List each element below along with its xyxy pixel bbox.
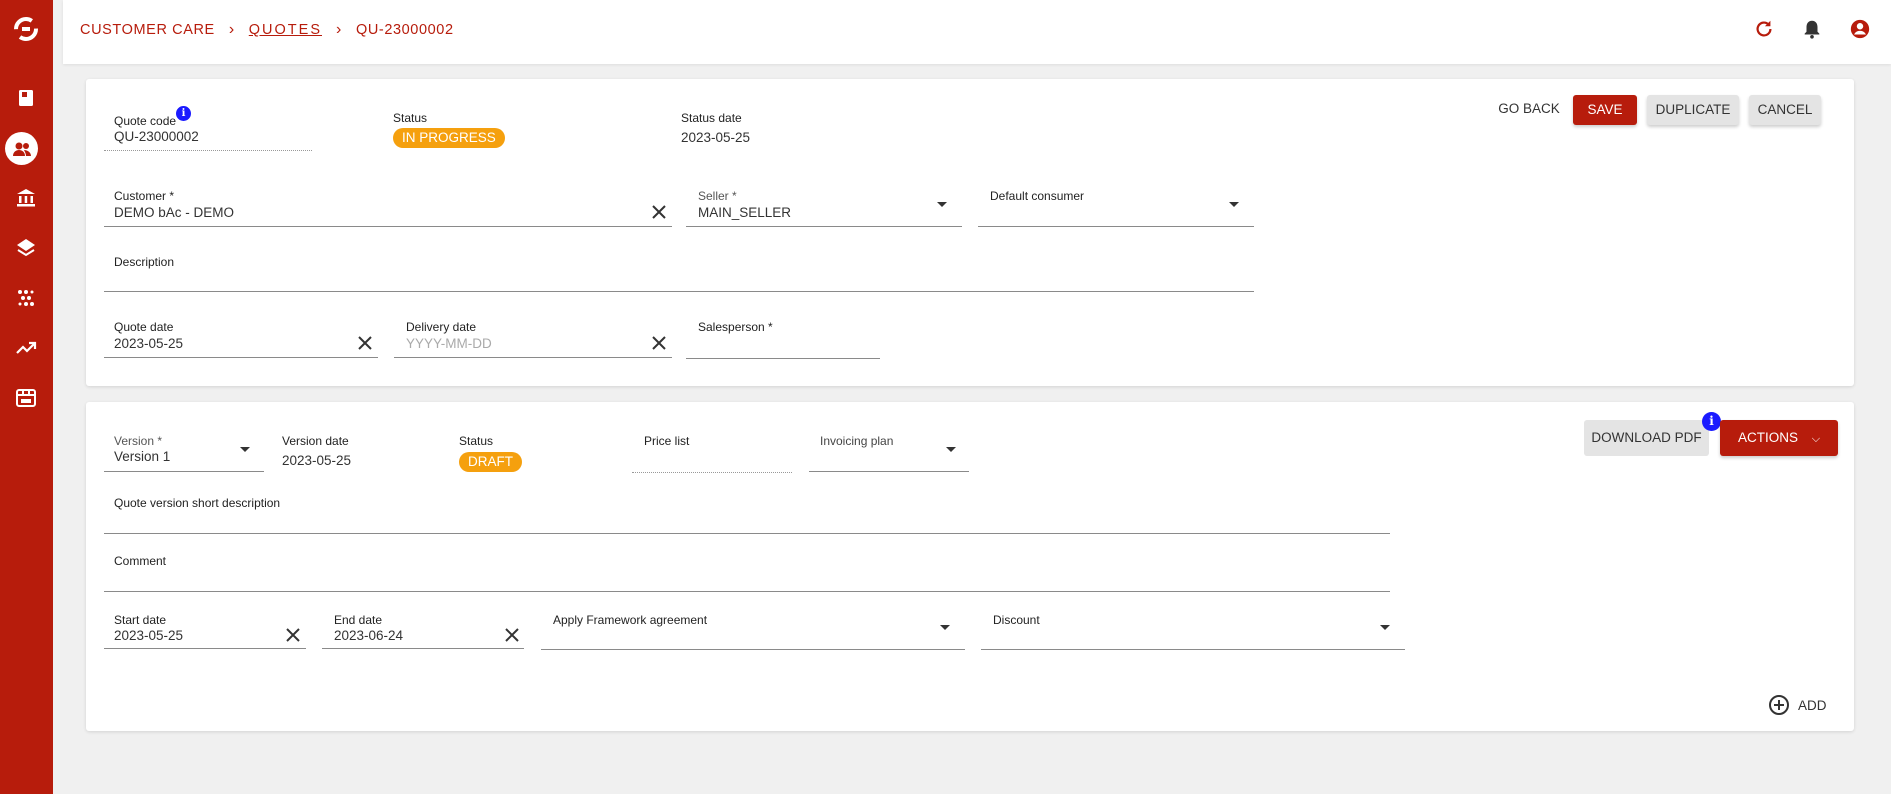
add-button[interactable]: ADD: [1768, 694, 1827, 716]
delivery-date-underline: [394, 357, 672, 358]
version-underline: [104, 471, 264, 472]
status-label: Status: [393, 111, 428, 125]
status-badge: IN PROGRESS: [393, 128, 505, 148]
end-date-value[interactable]: 2023-06-24: [334, 628, 403, 643]
seller-value[interactable]: MAIN_SELLER: [698, 205, 791, 220]
clear-customer-icon[interactable]: [651, 204, 667, 220]
bank-icon[interactable]: [8, 180, 44, 216]
end-date-label: End date: [334, 613, 383, 627]
bell-icon[interactable]: [1801, 18, 1825, 42]
chevron-right-icon: ›: [336, 21, 342, 38]
invoicing-plan-dropdown-icon[interactable]: [946, 447, 956, 452]
quote-date-underline: [104, 357, 378, 358]
start-date-label: Start date: [114, 613, 167, 627]
status-date-label: Status date: [681, 111, 742, 125]
version-dropdown-icon[interactable]: [240, 447, 250, 452]
breadcrumb-quotes-link[interactable]: QUOTES: [249, 22, 322, 38]
start-date-value[interactable]: 2023-05-25: [114, 628, 183, 643]
chevron-down-icon: ⌵: [1811, 433, 1821, 445]
comment-underline[interactable]: [104, 591, 1390, 592]
customer-label: Customer *: [114, 189, 175, 203]
discount-underline: [981, 649, 1405, 650]
price-list-underline: [632, 472, 792, 473]
default-consumer-label: Default consumer: [990, 189, 1085, 203]
store-icon[interactable]: [8, 380, 44, 416]
chevron-right-icon: ›: [228, 21, 235, 38]
quote-code-label: Quote code: [114, 114, 177, 128]
sidebar: [0, 0, 53, 794]
end-date-underline: [322, 648, 524, 649]
breadcrumb-root: CUSTOMER CARE: [80, 22, 215, 38]
framework-dropdown-icon[interactable]: [940, 625, 950, 630]
refresh-icon[interactable]: [1753, 18, 1777, 42]
version-date-value: 2023-05-25: [282, 453, 352, 468]
invoicing-plan-underline: [809, 471, 969, 472]
quote-date-value[interactable]: 2023-05-25: [114, 336, 183, 351]
invoicing-plan-label: Invoicing plan: [820, 434, 894, 448]
short-description-underline[interactable]: [104, 533, 1390, 534]
download-pdf-button[interactable]: DOWNLOAD PDF: [1584, 420, 1709, 456]
grid-dots-icon[interactable]: [8, 280, 44, 316]
save-button[interactable]: SAVE: [1573, 95, 1637, 125]
description-underline[interactable]: [104, 291, 1254, 292]
info-icon[interactable]: i: [176, 106, 191, 121]
clear-quote-date-icon[interactable]: [357, 335, 373, 351]
customer-value[interactable]: DEMO bAc - DEMO: [114, 205, 234, 220]
book-icon[interactable]: [8, 80, 44, 116]
clear-start-date-icon[interactable]: [285, 627, 301, 643]
description-label: Description: [114, 255, 175, 269]
salesperson-label: Salesperson *: [698, 320, 773, 334]
account-icon[interactable]: [1849, 18, 1873, 42]
go-back-button[interactable]: GO BACK: [1489, 94, 1569, 124]
seller-label: Seller *: [698, 189, 737, 203]
layers-icon[interactable]: [8, 230, 44, 266]
actions-button[interactable]: ACTIONS ⌵: [1720, 420, 1838, 456]
framework-agreement-label: Apply Framework agreement: [553, 613, 708, 627]
version-status-badge: DRAFT: [459, 452, 522, 472]
seller-underline: [686, 226, 962, 227]
version-date-label: Version date: [282, 434, 349, 448]
topbar: CUSTOMER CARE › QUOTES › QU-23000002: [63, 0, 1891, 64]
customers-icon[interactable]: [5, 132, 38, 165]
quote-code-underline: [104, 150, 312, 151]
quote-date-label: Quote date: [114, 320, 174, 334]
app-logo-icon[interactable]: [8, 11, 44, 47]
salesperson-underline[interactable]: [686, 358, 880, 359]
price-list-label: Price list: [644, 434, 690, 448]
start-date-underline: [104, 648, 306, 649]
add-label: ADD: [1798, 697, 1827, 713]
customer-underline: [104, 226, 672, 227]
consumer-underline: [978, 226, 1254, 227]
status-date-value: 2023-05-25: [681, 130, 751, 145]
trending-up-icon[interactable]: [8, 330, 44, 366]
breadcrumb: CUSTOMER CARE › QUOTES › QU-23000002: [80, 21, 454, 39]
version-value[interactable]: Version 1: [114, 449, 170, 464]
short-description-label: Quote version short description: [114, 496, 281, 510]
version-status-label: Status: [459, 434, 494, 448]
quote-card: Quote code i QU-23000002 Status IN PROGR…: [86, 79, 1854, 386]
cancel-button[interactable]: CANCEL: [1749, 95, 1821, 125]
delivery-date-input[interactable]: YYYY-MM-DD: [406, 336, 492, 351]
add-circle-icon: [1769, 695, 1789, 715]
discount-label: Discount: [993, 613, 1040, 627]
comment-label: Comment: [114, 554, 167, 568]
clear-end-date-icon[interactable]: [504, 627, 520, 643]
clear-delivery-date-icon[interactable]: [651, 335, 667, 351]
version-card: DOWNLOAD PDF i ACTIONS ⌵ Version * Versi…: [86, 402, 1854, 731]
delivery-date-label: Delivery date: [406, 320, 477, 334]
framework-underline: [541, 649, 965, 650]
consumer-dropdown-icon[interactable]: [1229, 202, 1239, 207]
discount-dropdown-icon[interactable]: [1380, 625, 1390, 630]
duplicate-button[interactable]: DUPLICATE: [1647, 95, 1739, 125]
seller-dropdown-icon[interactable]: [937, 202, 947, 207]
quote-code-value: QU-23000002: [114, 129, 199, 144]
info-icon[interactable]: i: [1702, 412, 1721, 431]
actions-label: ACTIONS: [1737, 430, 1798, 445]
breadcrumb-current: QU-23000002: [355, 22, 454, 38]
version-label: Version *: [114, 434, 163, 448]
